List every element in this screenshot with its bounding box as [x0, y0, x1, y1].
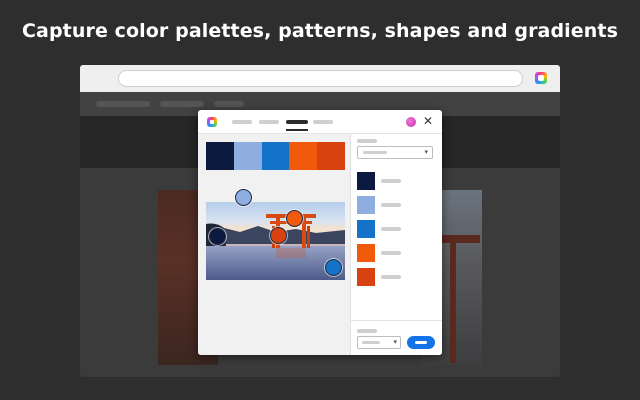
- palette-swatch[interactable]: [317, 142, 345, 170]
- palette-swatch[interactable]: [206, 142, 234, 170]
- color-extension-panel: ✕ ▾ ▾: [198, 110, 442, 355]
- color-row[interactable]: [357, 220, 437, 238]
- mood-label: [357, 139, 377, 143]
- tab-3[interactable]: [286, 120, 308, 124]
- address-bar[interactable]: [118, 70, 523, 87]
- page-nav-item[interactable]: [160, 101, 204, 107]
- palette-swatch[interactable]: [233, 142, 262, 170]
- panel-header: ✕: [198, 110, 442, 134]
- capture-area: [198, 134, 350, 355]
- library-dropdown[interactable]: ▾: [357, 336, 401, 349]
- color-details: ▾ ▾: [350, 134, 442, 355]
- palette-strip: [206, 142, 345, 170]
- chevron-down-icon: ▾: [393, 338, 397, 346]
- color-picker-handle[interactable]: [270, 227, 287, 244]
- chevron-down-icon: ▾: [424, 148, 428, 156]
- divider: [351, 320, 442, 321]
- color-chip: [357, 268, 375, 286]
- color-picker-handle[interactable]: [209, 228, 226, 245]
- color-chip: [357, 196, 375, 214]
- active-tab-indicator: [286, 129, 308, 131]
- color-chip: [357, 172, 375, 190]
- color-value: [381, 203, 401, 207]
- color-row[interactable]: [357, 172, 437, 190]
- save-button[interactable]: [407, 336, 435, 349]
- color-value: [381, 179, 401, 183]
- creative-cloud-icon[interactable]: [535, 72, 547, 84]
- tab-1[interactable]: [232, 120, 252, 124]
- mood-dropdown[interactable]: ▾: [357, 146, 433, 159]
- page-nav-item[interactable]: [96, 101, 150, 107]
- color-picker-handle[interactable]: [235, 189, 252, 206]
- color-picker-handle[interactable]: [286, 210, 303, 227]
- color-value: [381, 275, 401, 279]
- page-nav-item[interactable]: [214, 101, 244, 107]
- color-value: [381, 251, 401, 255]
- color-row[interactable]: [357, 196, 437, 214]
- color-chip: [357, 244, 375, 262]
- dropdown-value: [363, 151, 387, 154]
- color-picker-handle[interactable]: [325, 259, 342, 276]
- palette-swatch[interactable]: [289, 142, 318, 170]
- library-label: [357, 329, 377, 333]
- promo-headline: Capture color palettes, patterns, shapes…: [22, 20, 618, 42]
- avatar[interactable]: [406, 117, 416, 127]
- color-chip: [357, 220, 375, 238]
- tab-4[interactable]: [313, 120, 333, 124]
- browser-toolbar: [80, 65, 560, 92]
- color-row[interactable]: [357, 268, 437, 286]
- adobe-color-logo-icon: [207, 117, 217, 127]
- color-row[interactable]: [357, 244, 437, 262]
- tab-2[interactable]: [259, 120, 279, 124]
- color-value: [381, 227, 401, 231]
- palette-swatch[interactable]: [261, 142, 290, 170]
- dropdown-value: [362, 341, 380, 344]
- close-icon[interactable]: ✕: [422, 115, 434, 127]
